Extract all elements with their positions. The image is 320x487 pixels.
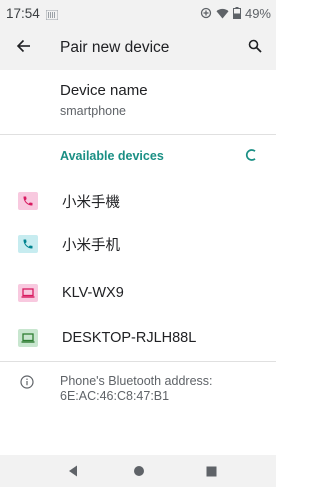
notification-icon	[45, 8, 59, 21]
status-bar: 17:54 49%	[0, 0, 276, 26]
arrow-back-icon	[16, 38, 32, 59]
divider	[0, 361, 276, 362]
device-name-setting[interactable]: Device name smartphone	[60, 82, 270, 120]
status-right: 49%	[200, 6, 271, 21]
phone-icon	[18, 192, 38, 210]
device-label: 小米手机	[62, 237, 120, 254]
phone-icon	[18, 235, 38, 253]
device-label: 小米手機	[62, 194, 120, 211]
battery-icon	[232, 7, 241, 19]
square-recents-icon	[206, 466, 216, 476]
list-item[interactable]: 小米手机	[0, 225, 276, 263]
wifi-icon	[216, 8, 229, 19]
refresh-progress-icon	[243, 146, 261, 164]
info-icon	[20, 375, 34, 389]
list-item[interactable]: 小米手機	[0, 182, 276, 220]
app-bar: Pair new device	[0, 26, 276, 70]
bluetooth-address-value: 6E:AC:46:C8:47:B1	[60, 389, 170, 403]
nav-recents-button[interactable]	[203, 463, 219, 479]
laptop-icon	[18, 329, 38, 347]
list-item[interactable]: KLV-WX9	[0, 274, 276, 312]
laptop-icon	[18, 284, 38, 302]
search-icon	[248, 39, 262, 58]
status-left: 17:54	[6, 5, 59, 21]
device-name-title: Device name	[60, 82, 148, 99]
battery-percent: 49%	[244, 5, 271, 21]
circle-home-icon	[134, 466, 144, 476]
bluetooth-address-label: Phone's Bluetooth address:	[60, 374, 213, 388]
navigation-bar	[0, 455, 276, 487]
search-button[interactable]	[240, 33, 270, 63]
available-devices-header: Available devices	[60, 149, 164, 163]
page-title: Pair new device	[60, 39, 170, 56]
bluetooth-address-info: Phone's Bluetooth address: 6E:AC:46:C8:4…	[60, 374, 270, 404]
device-name-value: smartphone	[60, 104, 127, 118]
device-label: DESKTOP-RJLH88L	[62, 330, 197, 346]
triangle-back-icon	[69, 465, 77, 477]
divider	[0, 134, 276, 135]
list-item[interactable]: DESKTOP-RJLH88L	[0, 319, 276, 357]
data-saver-icon	[200, 7, 212, 19]
nav-home-button[interactable]	[131, 463, 147, 479]
back-button[interactable]	[6, 30, 42, 66]
device-label: KLV-WX9	[62, 285, 124, 301]
nav-back-button[interactable]	[65, 463, 81, 479]
status-time: 17:54	[6, 5, 40, 21]
